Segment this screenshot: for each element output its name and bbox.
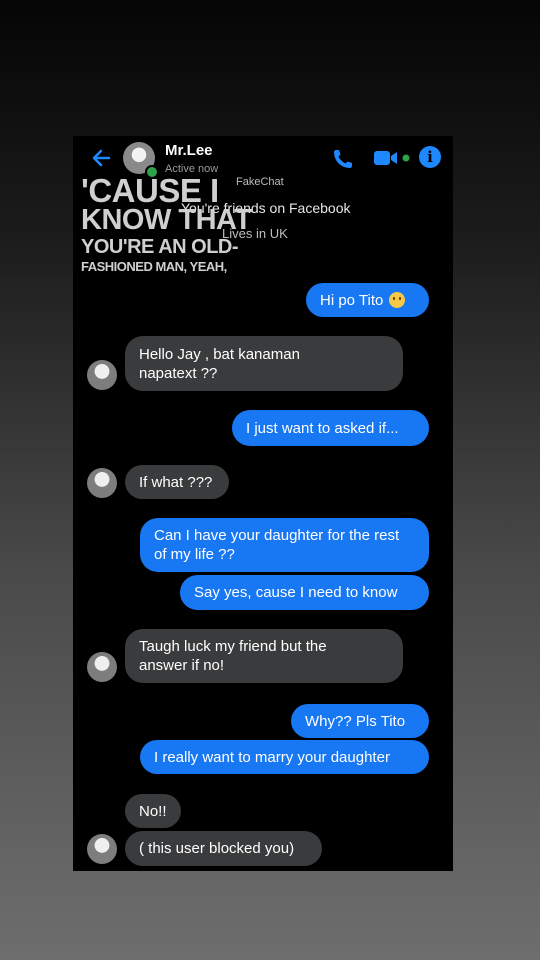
message-text: Say yes, cause I need to know [194,584,398,601]
message-bubble-sent[interactable]: Why?? Pls Tito [291,704,429,738]
message-bubble-received[interactable]: Taugh luck my friend but the answer if n… [125,629,403,683]
contact-avatar-small[interactable] [87,652,117,682]
video-call-icon[interactable] [373,148,411,168]
message-bubble-received[interactable]: No!! [125,794,181,828]
lyric-line: KNOW THAT [81,204,252,236]
message-text: I really want to marry your daughter [154,748,390,766]
message-bubble-sent[interactable]: I really want to marry your daughter [140,740,429,774]
chat-screen: Mr.Lee Active now i FakeChat You're frie… [73,136,453,871]
contact-avatar-small[interactable] [87,360,117,390]
message-text: ( this user blocked you) [139,840,295,857]
contact-avatar-small[interactable] [87,834,117,864]
message-text: No!! [139,802,167,820]
message-bubble-sent[interactable]: Say yes, cause I need to know [180,575,429,610]
smiling-emoji-icon [389,292,406,308]
message-bubble-sent[interactable]: I just want to asked if... [232,410,429,446]
message-text: Taugh luck my friend but the answer if n… [139,638,327,674]
contact-name[interactable]: Mr.Lee [165,142,213,159]
lyrics-overlay: 'CAUSE I KNOW THAT YOU'RE AN OLD- FASHIO… [81,174,252,273]
info-icon[interactable]: i [419,146,441,168]
contact-avatar-small[interactable] [87,468,117,498]
phone-call-icon[interactable] [331,147,355,171]
lyric-line: 'CAUSE I [81,172,219,209]
message-text: Can I have your daughter for the rest of… [154,527,400,563]
lyric-line: YOU'RE AN OLD- [81,236,239,258]
message-bubble-sent[interactable]: Can I have your daughter for the rest of… [140,518,429,572]
message-text: Hello Jay , bat kanaman napatext ?? [139,345,300,382]
back-arrow-icon[interactable] [89,146,113,170]
message-bubble-received[interactable]: Hello Jay , bat kanaman napatext ?? [125,336,403,391]
message-bubble-sent[interactable]: Hi po Tito [306,283,429,317]
message-bubble-received[interactable]: If what ??? [125,465,229,499]
message-text: Hi po Tito [320,291,384,309]
message-text: If what ??? [139,473,213,491]
message-text: Why?? Pls Tito [305,712,406,730]
message-text: I just want to asked if... [246,419,399,437]
lyric-line: FASHIONED MAN, YEAH, [81,259,227,274]
message-bubble-received[interactable]: ( this user blocked you) [125,831,322,866]
